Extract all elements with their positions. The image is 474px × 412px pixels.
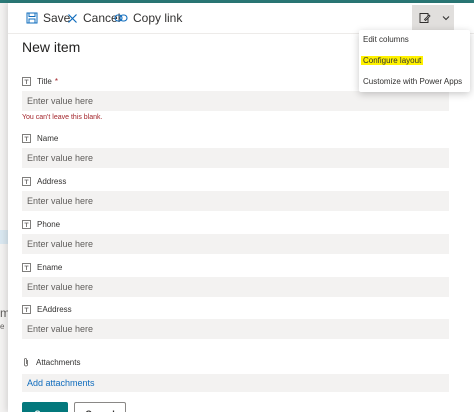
save-button[interactable]: Save — [22, 402, 68, 412]
validation-error: You can't leave this blank. — [22, 114, 103, 121]
text-field-icon — [22, 134, 31, 143]
field-label-attachments: Attachments — [22, 357, 80, 367]
link-icon — [114, 14, 128, 22]
cancel-button[interactable]: Cancel — [74, 402, 126, 412]
text-field-icon — [22, 263, 31, 272]
field-label-text: Address — [37, 177, 67, 186]
menu-item-customize-power-apps[interactable]: Customize with Power Apps — [359, 72, 470, 92]
address-input[interactable] — [22, 191, 449, 211]
cancel-command[interactable]: Cancel — [67, 9, 120, 27]
ename-input[interactable] — [22, 277, 449, 297]
paperclip-icon — [24, 358, 28, 367]
form-layout-menu: Edit columns Configure layout Customize … — [359, 30, 470, 92]
background-text-fragment: e — [0, 322, 5, 331]
chevron-down-icon[interactable] — [438, 5, 454, 31]
menu-item-label: Edit columns — [363, 35, 409, 44]
text-field-icon — [22, 77, 31, 86]
eaddress-input[interactable] — [22, 319, 449, 339]
add-attachments-link[interactable]: Add attachments — [22, 374, 449, 392]
copy-link-command[interactable]: Copy link — [114, 9, 182, 27]
background-list-row — [0, 230, 8, 244]
form-layout-button[interactable] — [412, 5, 454, 31]
close-icon — [68, 13, 77, 23]
field-label-address: Address — [22, 177, 66, 186]
edit-form-icon — [412, 5, 438, 31]
field-label-phone: Phone — [22, 220, 60, 229]
text-field-icon — [22, 305, 31, 314]
save-icon — [26, 12, 38, 24]
field-label-title: Title * — [22, 77, 58, 86]
field-label-text: EAddress — [37, 305, 72, 314]
field-label-text: Phone — [37, 220, 61, 229]
field-label-text: Ename — [37, 263, 63, 272]
copy-link-command-label: Copy link — [133, 11, 183, 25]
text-field-icon — [22, 177, 31, 186]
text-field-icon — [22, 220, 31, 229]
field-label-text: Name — [37, 134, 59, 143]
menu-item-edit-columns[interactable]: Edit columns — [359, 30, 470, 50]
title-input[interactable] — [22, 91, 449, 111]
field-label-text: Title — [37, 77, 52, 86]
save-command[interactable]: Save — [26, 9, 70, 27]
required-marker: * — [54, 77, 58, 86]
menu-item-label: Customize with Power Apps — [363, 77, 463, 86]
phone-input[interactable] — [22, 234, 449, 254]
sharepoint-list-page: m e Save Cancel Copy link New item Title… — [0, 0, 474, 412]
field-label-text: Attachments — [36, 357, 81, 367]
menu-item-label: Configure layout — [361, 56, 424, 65]
menu-item-configure-layout[interactable]: Configure layout — [359, 51, 470, 71]
name-input[interactable] — [22, 148, 449, 168]
field-label-ename: Ename — [22, 263, 62, 272]
form-title: New item — [22, 39, 81, 55]
field-label-name: Name — [22, 134, 58, 143]
field-label-eaddress: EAddress — [22, 305, 72, 314]
